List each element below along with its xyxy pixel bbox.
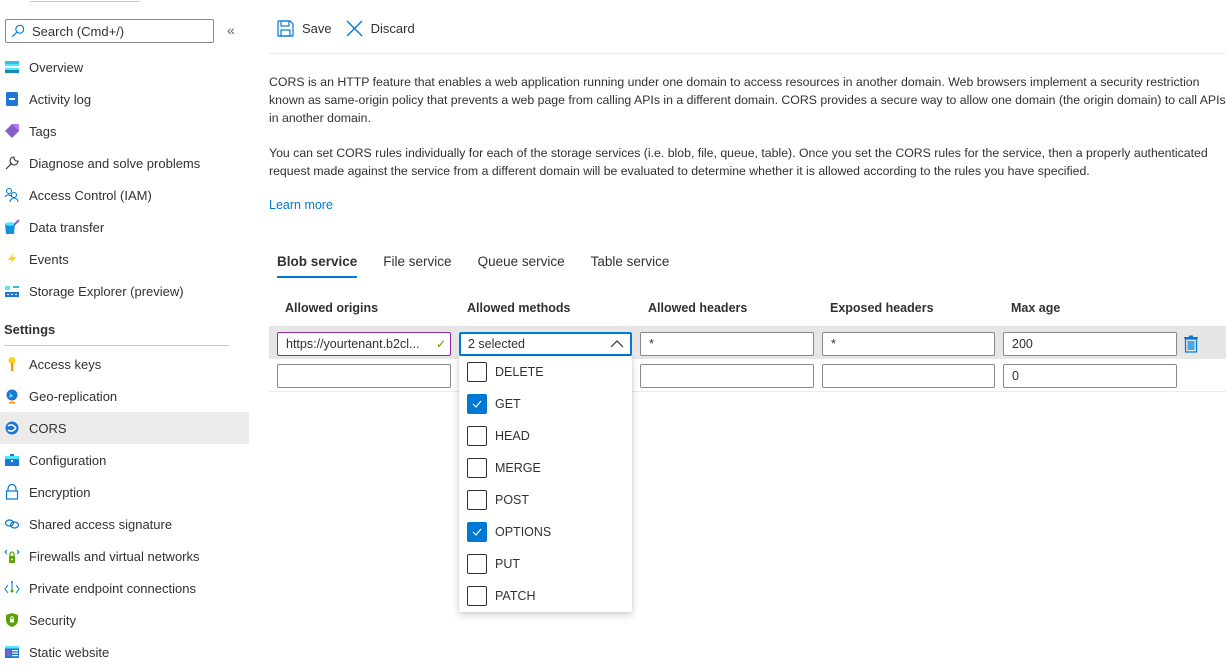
tab-blob-service[interactable]: Blob service [277, 254, 358, 278]
key-icon [4, 356, 20, 372]
max-age-input[interactable]: 200 [1003, 332, 1177, 356]
search-icon [11, 24, 25, 38]
sidebar-item-static-website[interactable]: Static website [0, 636, 249, 668]
method-option-patch[interactable]: PATCH [459, 580, 632, 612]
wrench-icon [4, 155, 20, 171]
close-icon [346, 20, 363, 37]
storage-explorer-icon [4, 283, 20, 299]
sidebar-item-data-transfer[interactable]: Data transfer [0, 211, 249, 243]
sidebar-item-storage-explorer[interactable]: Storage Explorer (preview) [0, 275, 249, 307]
shield-icon [4, 612, 20, 628]
briefcase-icon [4, 452, 20, 468]
tab-table-service[interactable]: Table service [591, 254, 670, 277]
save-button[interactable]: Save [277, 20, 332, 37]
sidebar-item-tags[interactable]: Tags [0, 115, 249, 147]
sidebar-item-private-endpoints[interactable]: Private endpoint connections [0, 572, 249, 604]
globe-icon [4, 388, 20, 404]
checkbox-checked[interactable] [467, 394, 487, 414]
method-option-put[interactable]: PUT [459, 548, 632, 580]
cors-rules-description: You can set CORS rules individually for … [269, 146, 1208, 178]
search-input[interactable]: Search (Cmd+/) [5, 19, 214, 43]
checkbox[interactable] [467, 554, 487, 574]
collapse-sidebar-button[interactable]: « [227, 22, 235, 38]
checkbox[interactable] [467, 426, 487, 446]
method-option-options[interactable]: OPTIONS [459, 516, 632, 548]
settings-section-header: Settings [4, 322, 56, 337]
toolbar-divider [269, 53, 1226, 54]
max-age-input-empty[interactable]: 0 [1003, 364, 1177, 388]
exposed-headers-input-empty[interactable] [822, 364, 995, 388]
method-option-post[interactable]: POST [459, 484, 632, 516]
lock-icon [4, 484, 20, 500]
lightning-icon [4, 251, 20, 267]
sidebar-item-encryption[interactable]: Encryption [0, 476, 249, 508]
sidebar-item-cors[interactable]: CORS [0, 412, 249, 444]
method-option-head[interactable]: HEAD [459, 420, 632, 452]
service-tabs: Blob service File service Queue service … [277, 254, 695, 278]
firewall-icon [4, 548, 20, 564]
allowed-headers-input-empty[interactable] [640, 364, 814, 388]
search-placeholder: Search (Cmd+/) [32, 23, 125, 39]
sidebar-item-overview[interactable]: Overview [0, 51, 249, 83]
save-icon [277, 20, 294, 37]
sidebar-item-access-keys[interactable]: Access keys [0, 348, 249, 380]
method-option-merge[interactable]: MERGE [459, 452, 632, 484]
column-header-exposed-headers: Exposed headers [830, 301, 934, 315]
exposed-headers-input[interactable]: * [822, 332, 995, 356]
learn-more-link[interactable]: Learn more [269, 198, 333, 212]
activity-log-icon [4, 91, 20, 107]
valid-check-icon: ✓ [435, 337, 446, 351]
main-content: Save Discard CORS is an HTTP feature tha… [269, 0, 1226, 669]
delete-row-icon[interactable] [1183, 335, 1199, 353]
sidebar-item-diagnose[interactable]: Diagnose and solve problems [0, 147, 249, 179]
allowed-origins-input[interactable]: https://yourtenant.b2cl... ✓ [277, 332, 451, 356]
allowed-origins-input-empty[interactable] [277, 364, 451, 388]
toolbar: Save Discard [277, 20, 429, 37]
checkbox[interactable] [467, 362, 487, 382]
allowed-methods-menu: DELETE GET HEAD MERGE POST OPTIONS PUT P… [459, 356, 632, 612]
people-icon [4, 187, 20, 203]
sidebar-item-iam[interactable]: Access Control (IAM) [0, 179, 249, 211]
allowed-headers-input[interactable]: * [640, 332, 814, 356]
discard-button[interactable]: Discard [346, 20, 415, 37]
resource-subtitle-cutoff [30, 0, 140, 2]
sidebar-item-security[interactable]: Security [0, 604, 249, 636]
overview-icon [4, 59, 20, 75]
sidebar-item-activity-log[interactable]: Activity log [0, 83, 249, 115]
column-header-allowed-headers: Allowed headers [648, 301, 748, 315]
sidebar-item-geo-replication[interactable]: Geo-replication [0, 380, 249, 412]
column-header-allowed-origins: Allowed origins [285, 301, 379, 315]
checkbox[interactable] [467, 458, 487, 478]
column-header-max-age: Max age [1011, 301, 1061, 315]
sidebar-item-events[interactable]: Events [0, 243, 249, 275]
tab-queue-service[interactable]: Queue service [478, 254, 565, 277]
checkmark-icon [472, 528, 482, 536]
data-transfer-icon [4, 219, 20, 235]
checkmark-icon [472, 400, 482, 408]
sidebar: Search (Cmd+/) « Overview Activity log T… [0, 0, 249, 669]
allowed-methods-dropdown[interactable]: 2 selected [459, 332, 632, 356]
table-row-divider [269, 391, 1226, 392]
column-header-allowed-methods: Allowed methods [467, 301, 571, 315]
sidebar-item-firewalls[interactable]: Firewalls and virtual networks [0, 540, 249, 572]
method-option-get[interactable]: GET [459, 388, 632, 420]
tab-file-service[interactable]: File service [383, 254, 451, 277]
method-option-delete[interactable]: DELETE [459, 356, 632, 388]
checkbox-checked[interactable] [467, 522, 487, 542]
static-website-icon [4, 644, 20, 660]
sidebar-item-shared-access-signature[interactable]: Shared access signature [0, 508, 249, 540]
cors-icon [4, 420, 20, 436]
tag-icon [4, 123, 20, 139]
checkbox[interactable] [467, 490, 487, 510]
private-endpoint-icon [4, 580, 20, 596]
settings-divider [4, 345, 229, 346]
link-icon [4, 516, 20, 532]
checkbox[interactable] [467, 586, 487, 606]
cors-description: CORS is an HTTP feature that enables a w… [269, 75, 1226, 125]
sidebar-item-configuration[interactable]: Configuration [0, 444, 249, 476]
chevron-up-icon [610, 340, 624, 348]
